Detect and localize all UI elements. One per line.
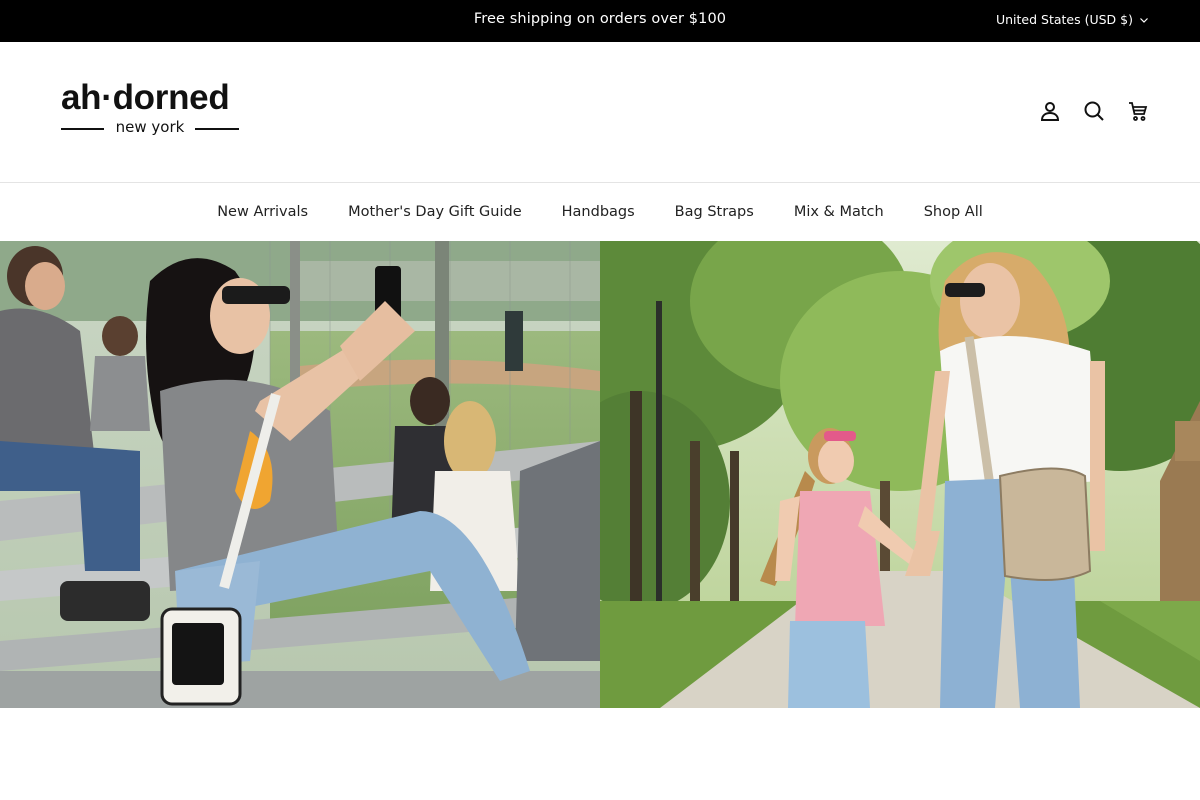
currency-label: United States (USD $) — [995, 12, 1133, 27]
nav-new-arrivals[interactable]: New Arrivals — [217, 204, 308, 220]
logo-rule-right — [195, 128, 239, 130]
currency-selector[interactable]: United States (USD $) — [996, 12, 1149, 27]
chevron-down-icon — [1140, 17, 1148, 23]
nav-handbags[interactable]: Handbags — [562, 204, 635, 220]
logo[interactable]: ah·dorned new york — [61, 78, 241, 142]
search-icon[interactable] — [1082, 99, 1106, 123]
account-icon[interactable] — [1038, 99, 1062, 123]
nav-mix-and-match[interactable]: Mix & Match — [794, 204, 884, 220]
header-actions — [1038, 99, 1150, 123]
hero-image-left[interactable] — [0, 241, 600, 708]
cart-icon[interactable] — [1126, 99, 1150, 123]
hero-image-right[interactable] — [600, 241, 1200, 708]
nav-bag-straps[interactable]: Bag Straps — [675, 204, 754, 220]
logo-tagline: new york — [115, 118, 185, 136]
nav-mothers-day-gift-guide[interactable]: Mother's Day Gift Guide — [348, 204, 522, 220]
park-scene-image — [600, 241, 1200, 708]
logo-wordmark: ah·dorned — [61, 78, 230, 117]
nav-shop-all[interactable]: Shop All — [924, 204, 983, 220]
announcement-bar: Free shipping on orders over $100 United… — [0, 0, 1200, 42]
site-header: ah·dorned new york — [0, 42, 1200, 183]
main-nav: New Arrivals Mother's Day Gift Guide Han… — [0, 183, 1200, 241]
baseball-scene-image — [0, 241, 600, 708]
hero-banner — [0, 241, 1200, 708]
